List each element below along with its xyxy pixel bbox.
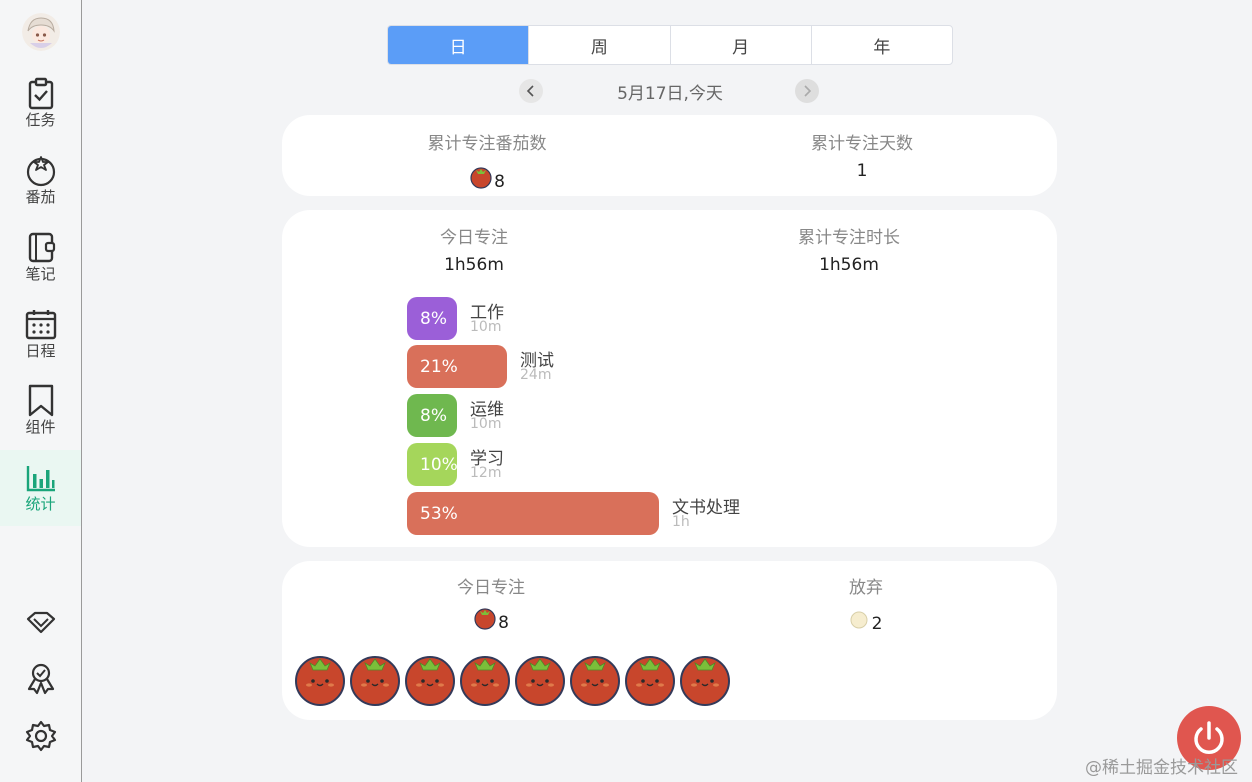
sidebar-item-label: 笔记	[25, 265, 56, 283]
tomato-face-icon	[625, 656, 675, 706]
tomato-item[interactable]	[679, 654, 734, 710]
badge-icon[interactable]	[24, 661, 58, 695]
sidebar-item-label: 日程	[25, 342, 56, 360]
avatar[interactable]	[22, 13, 60, 51]
category-duration: 10m	[470, 319, 502, 335]
tomato-item[interactable]	[569, 654, 624, 710]
tomato-icon	[26, 156, 55, 187]
chevron-left-icon	[526, 85, 534, 97]
sidebar-item-notes[interactable]: 笔记	[0, 224, 81, 292]
next-date-button[interactable]	[795, 79, 819, 103]
total-focus-duration-value: 1h56m	[819, 255, 879, 275]
tab-day[interactable]: 日	[388, 26, 529, 64]
tomato-icon	[470, 167, 492, 189]
task-checklist-icon	[28, 77, 53, 110]
tomato-record-card: 今日专注 8 放弃 2	[282, 561, 1057, 720]
total-days-value: 1	[856, 161, 868, 181]
category-bar[interactable]: 53%	[407, 492, 659, 535]
tomato-item[interactable]	[624, 654, 679, 710]
tomato-list	[294, 654, 734, 710]
watermark: @稀土掘金技术社区	[1085, 758, 1238, 778]
category-duration: 12m	[470, 465, 502, 481]
today-tomato-count: 8	[371, 606, 611, 633]
today-focus-value: 1h56m	[444, 255, 504, 275]
tomato-face-icon	[460, 656, 510, 706]
tomato-face-icon	[350, 656, 400, 706]
tab-year[interactable]: 年	[810, 26, 952, 64]
abandon-count: 2	[746, 611, 986, 634]
sidebar-item-tasks[interactable]: 任务	[0, 70, 81, 138]
total-focus-duration-label: 累计专注时长	[798, 228, 900, 248]
sidebar-item-tomato[interactable]: 番茄	[0, 147, 81, 215]
category-bar[interactable]: 21%	[407, 345, 507, 388]
tomato-item[interactable]	[404, 654, 459, 710]
tomato-face-icon	[515, 656, 565, 706]
sidebar-item-label: 统计	[25, 495, 56, 513]
sidebar-item-label: 组件	[25, 418, 56, 436]
total-pomodoros-value: 8	[367, 165, 607, 192]
category-bar[interactable]: 10%	[407, 443, 458, 486]
total-pomodoros-label: 累计专注番茄数	[427, 134, 547, 154]
bookmark-icon	[28, 384, 53, 417]
bar-chart-icon	[26, 466, 55, 492]
total-days-label: 累计专注天数	[811, 134, 913, 154]
tomato-face-icon	[295, 656, 345, 706]
tomato-item[interactable]	[514, 654, 569, 710]
category-duration: 1h	[672, 514, 690, 530]
period-tabs: 日 周 月 年	[387, 25, 953, 65]
summary-card: 累计专注番茄数 8 累计专注天数 1	[282, 115, 1057, 196]
focus-duration-card: 今日专注 1h56m 累计专注时长 1h56m 8% 工作 10m 21% 测试 24m 8…	[282, 210, 1057, 547]
category-duration: 24m	[520, 367, 552, 383]
category-bar[interactable]: 8%	[407, 297, 457, 340]
tomato-face-icon	[680, 656, 730, 706]
calendar-icon	[25, 310, 56, 340]
date-navigator: 5月17日,今天	[519, 77, 821, 105]
tab-week[interactable]: 周	[528, 26, 669, 64]
previous-date-button[interactable]	[519, 79, 543, 103]
abandon-label: 放弃	[849, 578, 883, 598]
power-icon	[1194, 721, 1224, 754]
today-tomato-label: 今日专注	[457, 578, 525, 598]
category-duration: 10m	[470, 416, 502, 432]
sidebar-item-statistics[interactable]: 统计	[0, 450, 81, 526]
tomato-item[interactable]	[459, 654, 514, 710]
sidebar-item-schedule[interactable]: 日程	[0, 301, 81, 369]
tomato-face-icon	[405, 656, 455, 706]
sidebar-item-label: 番茄	[25, 188, 56, 206]
tomato-item[interactable]	[294, 654, 349, 710]
tomato-item[interactable]	[349, 654, 404, 710]
tab-month[interactable]: 月	[669, 26, 811, 64]
today-focus-label: 今日专注	[440, 228, 508, 248]
chevron-right-icon	[804, 85, 812, 97]
settings-gear-icon[interactable]	[24, 719, 58, 753]
sidebar-item-label: 任务	[25, 111, 56, 129]
sidebar: 任务 番茄 笔记 日程 组件 统计	[0, 0, 82, 782]
notebook-icon	[28, 232, 55, 263]
abandoned-tomato-icon	[850, 611, 868, 629]
current-date: 5月17日,今天	[617, 84, 723, 104]
sidebar-item-widgets[interactable]: 组件	[0, 377, 81, 445]
category-bar[interactable]: 8%	[407, 394, 457, 437]
tomato-face-icon	[570, 656, 620, 706]
tomato-icon	[474, 608, 496, 630]
diamond-icon[interactable]	[24, 605, 58, 639]
